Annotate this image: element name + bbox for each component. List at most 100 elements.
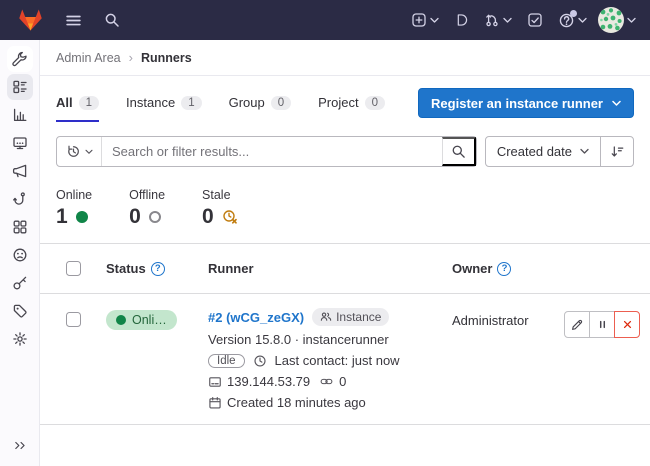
close-x-icon (621, 318, 634, 331)
search-icon[interactable] (100, 8, 124, 32)
table-header-row: Status Runner Owner (40, 244, 650, 294)
pencil-icon (570, 318, 584, 332)
runner-link[interactable]: #2 (wCG_zeGX) (208, 310, 304, 325)
chevron-down-icon (580, 148, 589, 155)
pause-runner-button[interactable] (589, 311, 615, 338)
hamburger-menu-icon[interactable] (61, 8, 86, 33)
chevron-down-icon (430, 17, 439, 24)
sort-by-dropdown[interactable]: Created date (486, 137, 600, 166)
register-instance-runner-button[interactable]: Register an instance runner (418, 88, 634, 118)
chevron-down-icon (578, 17, 587, 24)
tab-instance-count: 1 (181, 96, 201, 110)
row-checkbox[interactable] (66, 312, 81, 327)
megaphone-icon (12, 163, 28, 179)
notification-dot (570, 10, 577, 17)
select-all-checkbox[interactable] (66, 261, 81, 276)
runner-row: Onli… #2 (wCG_zeGX) Instance Version 15.… (40, 294, 650, 425)
status-badge: Onli… (106, 310, 177, 330)
apps-grid-icon (12, 219, 28, 235)
plus-square-icon (411, 12, 427, 28)
overview-icon (12, 79, 28, 95)
edit-runner-button[interactable] (564, 311, 590, 338)
clock-icon (253, 354, 267, 368)
sidebar-item-labels[interactable] (7, 298, 33, 324)
stale-clock-icon (222, 209, 238, 225)
people-icon (320, 311, 332, 323)
new-dropdown[interactable] (411, 12, 439, 28)
docs-icon[interactable] (450, 8, 473, 32)
monitor-icon (12, 135, 28, 151)
offline-ring-icon (149, 211, 161, 223)
runner-stats: Online 1 Offline 0 Stale 0 (56, 188, 634, 229)
instance-badge: Instance (312, 308, 389, 326)
tab-project[interactable]: Project 0 (318, 95, 385, 122)
help-dropdown[interactable] (558, 12, 587, 29)
tab-instance[interactable]: Instance 1 (126, 95, 202, 122)
delete-runner-button[interactable] (614, 311, 640, 338)
admin-sidebar (0, 40, 40, 466)
gear-icon (12, 331, 28, 347)
breadcrumb-admin-area[interactable]: Admin Area (56, 51, 121, 65)
owner-name: Administrator (452, 313, 529, 328)
sort-direction-button[interactable] (600, 137, 633, 166)
merge-request-icon (484, 12, 500, 28)
runner-ip: 139.144.53.79 (227, 374, 310, 389)
search-submit-button[interactable] (442, 137, 476, 166)
chevron-double-right-icon (13, 438, 28, 453)
merge-requests-dropdown[interactable] (484, 12, 512, 28)
sidebar-item-applications[interactable] (7, 214, 33, 240)
breadcrumb-current: Runners (141, 51, 192, 65)
sidebar-item-deploy-keys[interactable] (7, 270, 33, 296)
sidebar-item-settings[interactable] (7, 326, 33, 352)
sort-descending-icon (610, 144, 625, 159)
tab-group[interactable]: Group 0 (229, 95, 292, 122)
row-actions (564, 311, 640, 338)
chevron-down-icon (627, 17, 636, 24)
runner-tabs-row: All 1 Instance 1 Group 0 Project 0 Regis… (40, 76, 650, 122)
sidebar-item-overview[interactable] (7, 74, 33, 100)
last-contact: Last contact: just now (275, 353, 400, 368)
gitlab-logo[interactable] (14, 4, 47, 36)
search-filter-group (56, 136, 477, 167)
search-icon (451, 144, 466, 159)
status-help-icon[interactable] (151, 262, 165, 276)
bar-chart-icon (12, 107, 28, 123)
chevron-down-icon (503, 17, 512, 24)
stat-online: Online 1 (56, 188, 92, 229)
stat-stale: Stale 0 (202, 188, 238, 229)
runners-table: Status Runner Owner Onli… (40, 243, 650, 425)
collapse-sidebar-button[interactable] (7, 432, 33, 458)
tab-all[interactable]: All 1 (56, 95, 99, 122)
tab-group-count: 0 (271, 96, 291, 110)
avatar (598, 7, 624, 33)
owner-help-icon[interactable] (497, 262, 511, 276)
hook-icon (12, 191, 28, 207)
sidebar-item-admin-area[interactable] (7, 46, 33, 72)
idle-badge: Idle (208, 354, 245, 368)
stat-offline: Offline 0 (129, 188, 165, 229)
chevron-down-icon (85, 149, 93, 155)
sort-group: Created date (485, 136, 634, 167)
search-input[interactable] (102, 137, 442, 166)
sidebar-item-abuse-reports[interactable] (7, 242, 33, 268)
filter-bar: Created date (56, 136, 634, 167)
calendar-icon (208, 396, 222, 410)
recent-searches-dropdown[interactable] (57, 137, 102, 166)
label-tag-icon (12, 303, 28, 319)
created-ago: Created 18 minutes ago (227, 395, 366, 410)
sidebar-item-messages[interactable] (7, 158, 33, 184)
sidebar-item-monitoring[interactable] (7, 130, 33, 156)
runner-version: Version 15.8.0 · instancerunner (208, 332, 400, 347)
breadcrumb: Admin Area › Runners (40, 40, 650, 76)
link-count: 0 (339, 374, 346, 389)
online-dot-icon (76, 211, 88, 223)
user-menu[interactable] (598, 7, 636, 33)
online-dot-icon (116, 315, 126, 325)
sidebar-item-system-hooks[interactable] (7, 186, 33, 212)
pause-icon (596, 318, 609, 331)
tab-all-count: 1 (79, 96, 99, 110)
todo-list-icon[interactable] (523, 8, 547, 32)
sidebar-item-analytics[interactable] (7, 102, 33, 128)
wrench-icon (12, 51, 28, 67)
breadcrumb-separator-icon: › (129, 50, 133, 65)
